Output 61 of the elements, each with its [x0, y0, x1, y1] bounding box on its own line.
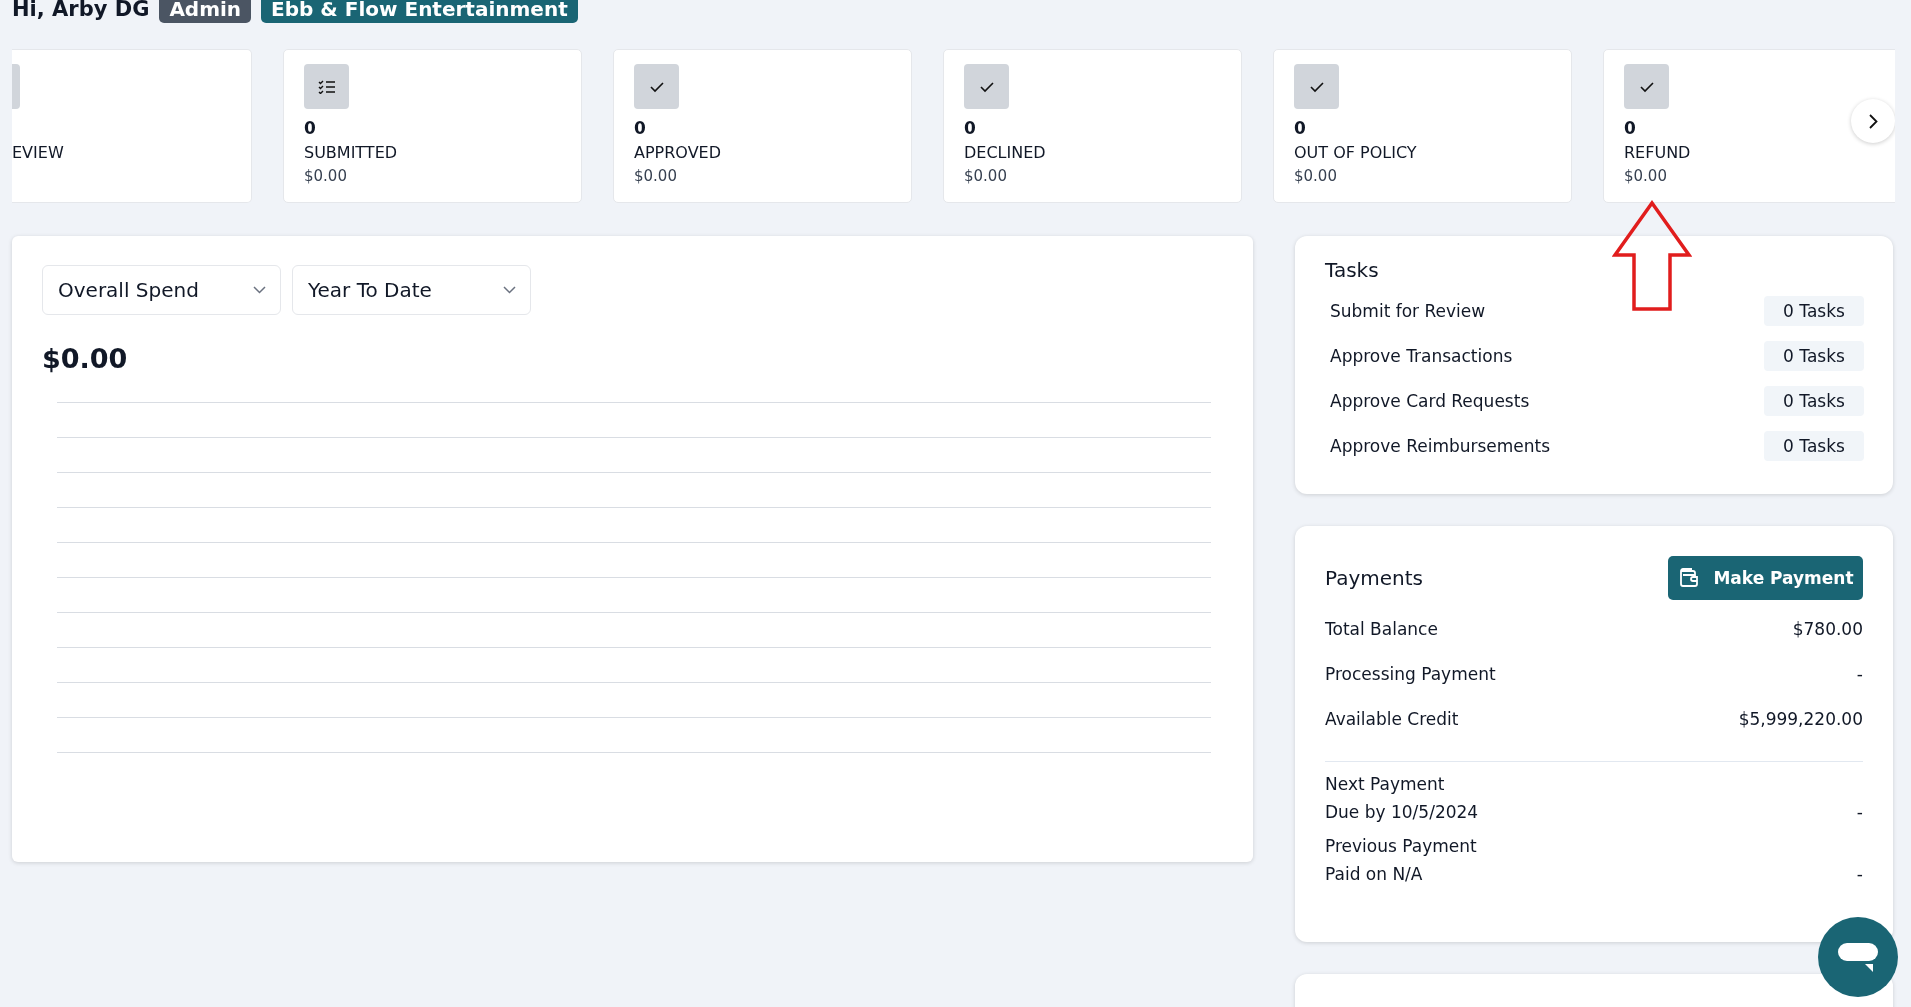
filter-dropdown[interactable]: Overall Spend	[42, 265, 281, 315]
chevron-right-icon	[1868, 113, 1878, 129]
check-icon	[1308, 80, 1325, 93]
payment-label: Available Credit	[1325, 708, 1459, 729]
status-amount: $0.00	[1624, 167, 1667, 185]
payment-value: $780.00	[1792, 618, 1863, 639]
check-icon	[648, 80, 665, 93]
role-badge: Admin	[159, 0, 252, 23]
checklist-icon	[317, 79, 336, 94]
status-label: APPROVED	[634, 142, 722, 164]
task-label[interactable]: Approve Reimbursements	[1330, 435, 1551, 456]
payment-value: $5,999,220.00	[1738, 708, 1863, 729]
payments-title: Payments	[1325, 566, 1423, 590]
task-label[interactable]: Submit for Review	[1330, 300, 1486, 321]
spend-total: $0.00	[42, 343, 129, 374]
payment-date: Due by 10/5/2024	[1325, 802, 1479, 822]
make-payment-button[interactable]: Make Payment	[1668, 556, 1863, 600]
chevron-down-icon	[253, 286, 266, 294]
chat-icon	[1837, 940, 1879, 974]
status-count: 0	[634, 117, 646, 139]
status-amount: $0.00	[634, 167, 677, 185]
task-count: 0 Tasks	[1764, 295, 1864, 326]
check-icon	[978, 80, 995, 93]
status-count: 0	[964, 117, 976, 139]
status-count: 0	[304, 117, 316, 139]
check-icon	[1638, 80, 1655, 93]
payment-value: -	[1856, 663, 1863, 684]
status-card[interactable]: 0 APPROVED $0.00	[613, 49, 912, 203]
payment-value: -	[1856, 802, 1863, 822]
filter-dropdown[interactable]: Year To Date	[292, 265, 531, 315]
greeting: Hi, Arby DG	[12, 0, 150, 21]
status-card[interactable]: 0 DECLINED $0.00	[943, 49, 1242, 203]
payment-label: Processing Payment	[1325, 663, 1496, 684]
payment-heading: Previous Payment	[1325, 836, 1477, 856]
task-count: 0 Tasks	[1764, 430, 1864, 461]
status-card[interactable]: 0 SUBMITTED $0.00	[283, 49, 582, 203]
status-label: DECLINED	[964, 142, 1046, 164]
payment-label: Total Balance	[1325, 618, 1438, 639]
status-label: EVIEW	[12, 142, 64, 164]
task-label[interactable]: Approve Transactions	[1330, 345, 1513, 366]
tasks-title: Tasks	[1325, 258, 1379, 282]
status-label: SUBMITTED	[304, 142, 398, 164]
status-count: 0	[1624, 117, 1636, 139]
company-badge: Ebb & Flow Entertainment	[261, 0, 578, 23]
status-icon-tile	[12, 64, 20, 109]
status-card[interactable]: EVIEW	[12, 49, 252, 203]
payment-heading: Next Payment	[1325, 774, 1446, 794]
payment-value: -	[1856, 864, 1863, 884]
status-card[interactable]: 0 REFUND $0.00	[1603, 49, 1895, 203]
task-count: 0 Tasks	[1764, 385, 1864, 416]
task-label[interactable]: Approve Card Requests	[1330, 390, 1530, 411]
chevron-down-icon	[503, 286, 516, 294]
status-label: OUT OF POLICY	[1294, 142, 1417, 164]
status-count: 0	[1294, 117, 1306, 139]
payment-date: Paid on N/A	[1325, 864, 1424, 884]
status-card[interactable]: 0 OUT OF POLICY $0.00	[1273, 49, 1572, 203]
status-amount: $0.00	[1294, 167, 1337, 185]
status-amount: $0.00	[304, 167, 347, 185]
status-label: REFUND	[1624, 142, 1691, 164]
task-count: 0 Tasks	[1764, 340, 1864, 371]
status-amount: $0.00	[964, 167, 1007, 185]
